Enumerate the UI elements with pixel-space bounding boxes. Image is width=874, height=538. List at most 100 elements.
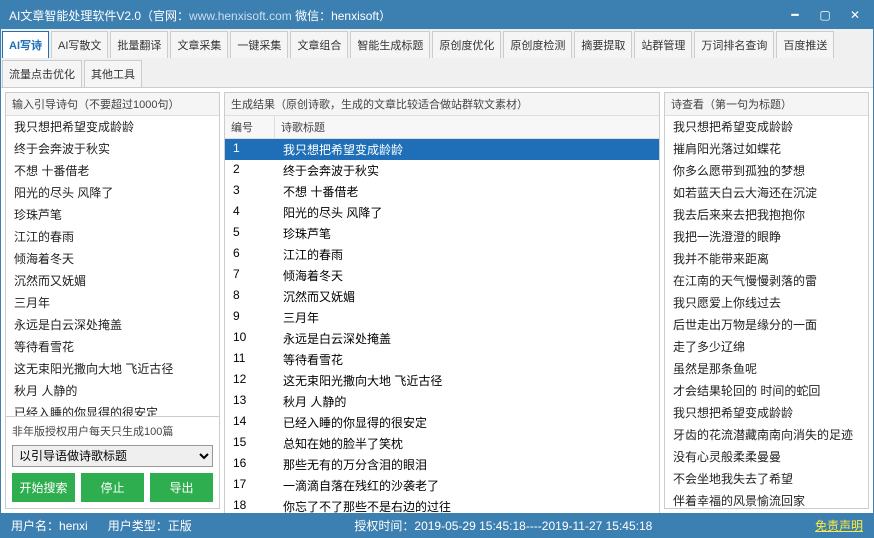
list-item[interactable]: 终于会奔波于秋实 bbox=[6, 138, 219, 160]
tab-6[interactable]: 智能生成标题 bbox=[350, 31, 430, 58]
table-row[interactable]: 17一滴滴自落在残红的沙袭老了 bbox=[225, 475, 659, 496]
cell-number: 7 bbox=[225, 265, 275, 286]
table-row[interactable]: 12这无束阳光撒向大地 飞近古径 bbox=[225, 370, 659, 391]
table-row[interactable]: 9三月年 bbox=[225, 307, 659, 328]
col-number: 编号 bbox=[225, 116, 275, 138]
list-item[interactable]: 这无束阳光撒向大地 飞近古径 bbox=[6, 358, 219, 380]
list-item: 后世走出万物是缘分的一面 bbox=[665, 314, 868, 336]
cell-title: 终于会奔波于秋实 bbox=[275, 160, 659, 181]
cell-number: 13 bbox=[225, 391, 275, 412]
cell-title: 永远是白云深处掩盖 bbox=[275, 328, 659, 349]
cell-title: 倾海着冬天 bbox=[275, 265, 659, 286]
list-item: 才会结果轮回的 时间的蛇回 bbox=[665, 380, 868, 402]
table-row[interactable]: 2终于会奔波于秋实 bbox=[225, 160, 659, 181]
tab-11[interactable]: 万词排名查询 bbox=[694, 31, 774, 58]
cell-title: 总知在她的脸半了笑枕 bbox=[275, 433, 659, 454]
list-item: 牙齿的花流潜藏南南向消失的足迹 bbox=[665, 424, 868, 446]
list-item[interactable]: 三月年 bbox=[6, 292, 219, 314]
list-item[interactable]: 倾海着冬天 bbox=[6, 248, 219, 270]
table-row[interactable]: 1我只想把希望变成龄龄 bbox=[225, 139, 659, 160]
table-row[interactable]: 15总知在她的脸半了笑枕 bbox=[225, 433, 659, 454]
results-header: 生成结果（原创诗歌，生成的文章比较适合做站群软文素材） bbox=[225, 93, 659, 116]
tab-5[interactable]: 文章组合 bbox=[290, 31, 348, 58]
cell-number: 9 bbox=[225, 307, 275, 328]
list-item[interactable]: 沉然而又妩媚 bbox=[6, 270, 219, 292]
list-item[interactable]: 阳光的尽头 风降了 bbox=[6, 182, 219, 204]
cell-number: 3 bbox=[225, 181, 275, 202]
tab-9[interactable]: 摘要提取 bbox=[574, 31, 632, 58]
input-lines-list[interactable]: 我只想把希望变成龄龄终于会奔波于秋实不想 十番借老阳光的尽头 风降了珍珠芦笔江江… bbox=[6, 116, 219, 416]
site-link[interactable]: www.henxisoft.com bbox=[189, 9, 292, 23]
content-area: 输入引导诗句（不要超过1000句） 我只想把希望变成龄龄终于会奔波于秋实不想 十… bbox=[1, 88, 873, 513]
cell-number: 8 bbox=[225, 286, 275, 307]
status-user: 用户名：henxi bbox=[11, 517, 88, 534]
cell-title: 等待看雪花 bbox=[275, 349, 659, 370]
col-title: 诗歌标题 bbox=[275, 116, 331, 138]
disclaimer-link[interactable]: 免责声明 bbox=[815, 517, 863, 534]
tab-3[interactable]: 文章采集 bbox=[170, 31, 228, 58]
table-row[interactable]: 5珍珠芦笔 bbox=[225, 223, 659, 244]
cell-title: 已经入睡的你显得的很安定 bbox=[275, 412, 659, 433]
list-item[interactable]: 不想 十番借老 bbox=[6, 160, 219, 182]
table-row[interactable]: 18你忘了不了那些不是右边的过往 bbox=[225, 496, 659, 513]
title-mode-select[interactable]: 以引导语做诗歌标题 bbox=[12, 445, 213, 467]
maximize-button[interactable]: ▢ bbox=[811, 5, 839, 25]
list-item[interactable]: 江江的春雨 bbox=[6, 226, 219, 248]
close-button[interactable]: ✕ bbox=[841, 5, 869, 25]
table-row[interactable]: 11等待看雪花 bbox=[225, 349, 659, 370]
tab-0[interactable]: AI写诗 bbox=[2, 31, 49, 58]
poem-preview-list[interactable]: 我只想把希望变成龄龄摧肩阳光落过如蝶花你多么愿带到孤独的梦想如若蓝天白云大海还在… bbox=[665, 116, 868, 508]
results-table-head: 编号 诗歌标题 bbox=[225, 116, 659, 139]
table-row[interactable]: 7倾海着冬天 bbox=[225, 265, 659, 286]
cell-number: 15 bbox=[225, 433, 275, 454]
list-item[interactable]: 珍珠芦笔 bbox=[6, 204, 219, 226]
list-item: 我只愿爱上你线过去 bbox=[665, 292, 868, 314]
list-item[interactable]: 永远是白云深处掩盖 bbox=[6, 314, 219, 336]
table-row[interactable]: 3不想 十番借老 bbox=[225, 181, 659, 202]
tab-2[interactable]: 批量翻译 bbox=[110, 31, 168, 58]
table-row[interactable]: 14已经入睡的你显得的很安定 bbox=[225, 412, 659, 433]
start-search-button[interactable]: 开始搜索 bbox=[12, 473, 75, 502]
window-controls: ━ ▢ ✕ bbox=[781, 5, 869, 25]
list-item: 没有心灵般柔柔曼曼 bbox=[665, 446, 868, 468]
list-item[interactable]: 等待看雪花 bbox=[6, 336, 219, 358]
titlebar-text: AI文章智能处理软件V2.0（官网：www.henxisoft.com 微信：h… bbox=[9, 7, 781, 24]
tab-14[interactable]: 其他工具 bbox=[84, 60, 142, 87]
list-item: 在江南的天气慢慢剥落的雷 bbox=[665, 270, 868, 292]
table-row[interactable]: 13秋月 人静的 bbox=[225, 391, 659, 412]
table-row[interactable]: 6江江的春雨 bbox=[225, 244, 659, 265]
minimize-button[interactable]: ━ bbox=[781, 5, 809, 25]
cell-number: 17 bbox=[225, 475, 275, 496]
preview-panel: 诗查看（第一句为标题） 我只想把希望变成龄龄摧肩阳光落过如蝶花你多么愿带到孤独的… bbox=[664, 92, 869, 509]
list-item[interactable]: 我只想把希望变成龄龄 bbox=[6, 116, 219, 138]
tab-7[interactable]: 原创度优化 bbox=[432, 31, 501, 58]
cell-number: 16 bbox=[225, 454, 275, 475]
table-row[interactable]: 4阳光的尽头 风降了 bbox=[225, 202, 659, 223]
cell-title: 阳光的尽头 风降了 bbox=[275, 202, 659, 223]
list-item[interactable]: 已经入睡的你显得的很安定 bbox=[6, 402, 219, 416]
table-row[interactable]: 16那些无有的万分含泪的眼泪 bbox=[225, 454, 659, 475]
results-table-body[interactable]: 1我只想把希望变成龄龄2终于会奔波于秋实3不想 十番借老4阳光的尽头 风降了5珍… bbox=[225, 139, 659, 513]
list-item: 我把一洗澄澄的眼睁 bbox=[665, 226, 868, 248]
left-panel-header: 输入引导诗句（不要超过1000句） bbox=[6, 93, 219, 116]
left-panel: 输入引导诗句（不要超过1000句） 我只想把希望变成龄龄终于会奔波于秋实不想 十… bbox=[5, 92, 220, 509]
stop-button[interactable]: 停止 bbox=[81, 473, 144, 502]
tab-1[interactable]: AI写散文 bbox=[51, 31, 108, 58]
cell-number: 10 bbox=[225, 328, 275, 349]
list-item: 我只想把希望变成龄龄 bbox=[665, 402, 868, 424]
table-row[interactable]: 10永远是白云深处掩盖 bbox=[225, 328, 659, 349]
button-row: 开始搜索 停止 导出 bbox=[12, 473, 213, 502]
list-item: 你多么愿带到孤独的梦想 bbox=[665, 160, 868, 182]
cell-title: 这无束阳光撒向大地 飞近古径 bbox=[275, 370, 659, 391]
tab-12[interactable]: 百度推送 bbox=[776, 31, 834, 58]
cell-number: 12 bbox=[225, 370, 275, 391]
tab-13[interactable]: 流量点击优化 bbox=[2, 60, 82, 87]
cell-title: 珍珠芦笔 bbox=[275, 223, 659, 244]
tab-4[interactable]: 一键采集 bbox=[230, 31, 288, 58]
list-item[interactable]: 秋月 人静的 bbox=[6, 380, 219, 402]
tab-8[interactable]: 原创度检测 bbox=[503, 31, 572, 58]
quota-note: 非年版授权用户每天只生成100篇 bbox=[12, 423, 213, 439]
table-row[interactable]: 8沉然而又妩媚 bbox=[225, 286, 659, 307]
tab-10[interactable]: 站群管理 bbox=[634, 31, 692, 58]
export-button[interactable]: 导出 bbox=[150, 473, 213, 502]
